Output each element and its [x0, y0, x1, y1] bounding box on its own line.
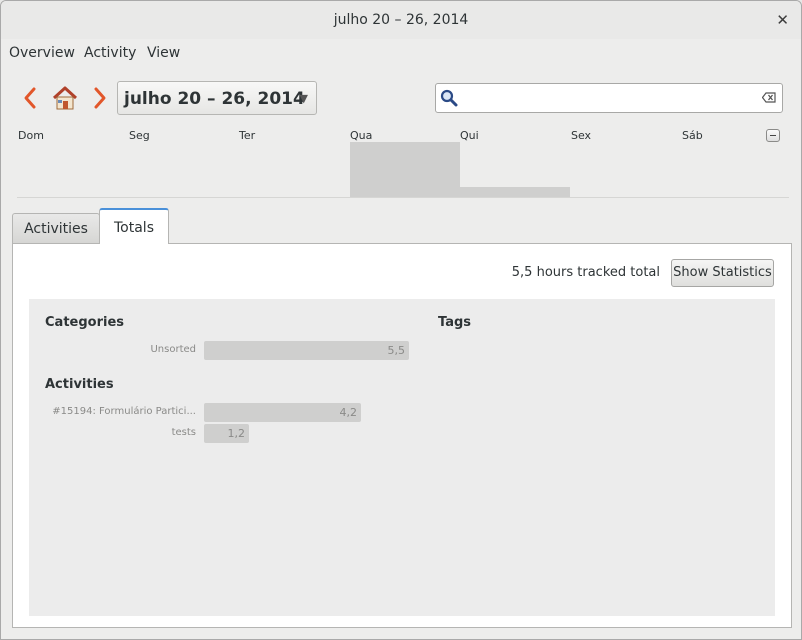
day-activity-bar: [350, 142, 460, 197]
home-icon: [52, 86, 78, 110]
stats-area: Categories Activities Tags Unsorted 5,5 #1…: [29, 299, 775, 616]
clear-icon[interactable]: [761, 92, 776, 107]
home-button[interactable]: [51, 85, 79, 111]
day-label-4: Qui: [460, 129, 479, 142]
date-range-label: julho 20 – 26, 2014: [124, 89, 305, 109]
chevron-left-icon: [24, 87, 36, 109]
search-input[interactable]: [435, 83, 783, 113]
activities-heading: Activities: [45, 377, 114, 392]
title-bar[interactable]: julho 20 – 26, 2014 ✕: [1, 1, 801, 39]
totals-panel: 5,5 hours tracked total Show Statistics …: [12, 243, 792, 628]
window-title: julho 20 – 26, 2014: [333, 12, 469, 28]
show-statistics-button[interactable]: Show Statistics: [671, 259, 774, 287]
category-row-label: Unsorted: [150, 344, 196, 355]
menu-overview[interactable]: Overview: [9, 45, 75, 61]
day-label-2: Ter: [239, 129, 256, 142]
day-label-5: Sex: [571, 129, 592, 142]
activity-row-label: tests: [171, 427, 196, 438]
chevron-down-icon: ▼: [299, 92, 308, 105]
menu-activity[interactable]: Activity: [84, 45, 136, 61]
date-range-combo[interactable]: julho 20 – 26, 2014 ▼: [117, 81, 317, 115]
day-activity-bar: [460, 187, 570, 197]
categories-heading: Categories: [45, 315, 125, 330]
search-icon: [440, 89, 458, 111]
activity-row-value: 4,2: [339, 406, 358, 419]
activity-row-label: #15194: Formulário Partici...: [52, 406, 196, 417]
chevron-right-icon: [94, 87, 106, 109]
collapse-button[interactable]: [766, 129, 780, 142]
next-week-button[interactable]: [89, 85, 111, 111]
tracked-total-text: 5,5 hours tracked total: [511, 265, 660, 280]
day-label-1: Seg: [129, 129, 150, 142]
day-label-3: Qua: [350, 129, 373, 142]
tags-heading: Tags: [438, 315, 472, 330]
tab-totals[interactable]: Totals: [99, 208, 169, 244]
day-label-6: Sáb: [682, 129, 703, 142]
menu-view[interactable]: View: [147, 45, 180, 61]
minus-icon: [770, 135, 776, 136]
category-row-value: 5,5: [387, 344, 406, 357]
tab-activities[interactable]: Activities: [12, 213, 100, 243]
close-button[interactable]: ✕: [776, 11, 789, 29]
activity-row-value: 1,2: [227, 427, 246, 440]
chart-baseline: [17, 197, 789, 198]
week-activity-chart: Dom Seg Ter Qua Qui Sex Sáb: [17, 129, 789, 199]
previous-week-button[interactable]: [19, 85, 41, 111]
app-window: julho 20 – 26, 2014 ✕ Overview Activity …: [0, 0, 802, 640]
day-label-0: Dom: [18, 129, 44, 142]
